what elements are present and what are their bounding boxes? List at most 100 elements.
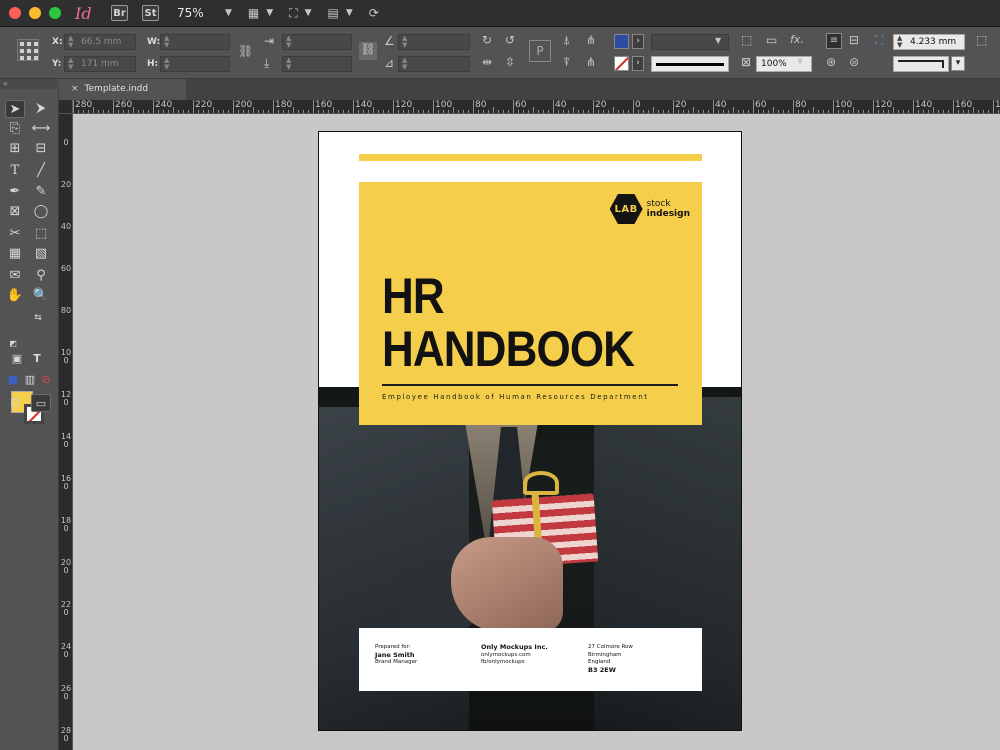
rotation-angle-field[interactable]: ▲ ▼ <box>398 34 470 50</box>
select-previous-object-icon[interactable]: ⋔ <box>586 33 596 47</box>
opacity-field[interactable]: 100% <box>756 56 812 72</box>
zoom-dropdown-icon[interactable]: ▼ <box>225 8 232 18</box>
view-options-button[interactable]: ▦ ▼ <box>248 6 273 20</box>
pasteboard[interactable]: LAB stock indesign HR HANDBOOK Employee … <box>73 114 1000 750</box>
corner-shape-dropdown-icon[interactable]: ▾ <box>951 56 965 71</box>
footer-panel[interactable]: Prepared for: Jane Smith Brand Manager O… <box>359 628 702 691</box>
x-position-field[interactable]: ▲ ▼ 66.5 mm <box>64 34 136 50</box>
scissors-tool-icon[interactable]: ✂ <box>5 225 25 243</box>
x-stepper-icon[interactable]: ▲ ▼ <box>68 35 73 49</box>
scale-x-field[interactable]: ▲ ▼ <box>282 34 352 50</box>
rotate-counterclockwise-icon[interactable]: ↺ <box>505 33 515 47</box>
reference-point-grid[interactable] <box>17 39 39 61</box>
h-ruler-mark <box>143 110 144 113</box>
publish-online-button[interactable]: ⟳ <box>369 6 379 20</box>
h-ruler-mark <box>973 107 974 113</box>
top-accent-bar[interactable] <box>359 154 702 161</box>
page-tool-icon[interactable]: ⎘ <box>5 120 25 138</box>
corner-size-field[interactable]: ▲ ▼ 4.233 mm <box>893 34 965 50</box>
stroke-swatch[interactable] <box>614 56 629 71</box>
maximize-window-button[interactable] <box>49 7 61 19</box>
text-wrap-bounding-icon[interactable]: ⊟ <box>849 33 859 47</box>
flip-vertical-icon[interactable]: ⇳ <box>505 55 515 69</box>
close-window-button[interactable] <box>9 7 21 19</box>
zoom-tool-icon[interactable]: 🔍 <box>31 287 51 305</box>
stroke-dropdown-icon[interactable]: › <box>632 56 644 71</box>
direct-selection-tool-icon[interactable]: ⮞ <box>31 100 51 118</box>
free-transform-tool-icon[interactable]: ⬚ <box>31 225 51 243</box>
ruler-origin[interactable] <box>59 100 73 114</box>
swap-fill-stroke-icon[interactable]: ⇆ <box>32 309 44 327</box>
note-tool-icon[interactable]: ✉ <box>5 267 25 285</box>
panel-collapse-icon[interactable]: « <box>0 79 59 89</box>
pencil-tool-icon[interactable]: ✎ <box>31 183 51 201</box>
shear-stepper-icon[interactable]: ▲ ▼ <box>402 57 407 71</box>
select-container-icon[interactable]: ⍋ <box>563 33 570 47</box>
drop-shadow-icon[interactable]: ▭ <box>766 33 777 47</box>
line-tool-icon[interactable]: ╱ <box>31 162 51 180</box>
w-stepper-icon[interactable]: ▲ ▼ <box>164 35 169 49</box>
stock-button[interactable]: St <box>142 5 159 21</box>
select-content-icon[interactable]: ⍒ <box>563 55 570 69</box>
document-title[interactable]: HR HANDBOOK <box>382 270 635 376</box>
gradient-swatch-tool-icon[interactable]: ▦ <box>5 245 25 263</box>
rotation-stepper-icon[interactable]: ▲ ▼ <box>402 35 407 49</box>
shear-angle-field[interactable]: ▲ ▼ <box>398 56 470 72</box>
formatting-container-icon[interactable]: ▣ <box>7 350 27 368</box>
eyedropper-tool-icon[interactable]: ⚲ <box>31 267 51 285</box>
rotate-clockwise-icon[interactable]: ↻ <box>482 33 492 47</box>
arrange-documents-button[interactable]: ▤ ▼ <box>328 6 353 20</box>
text-wrap-jump-icon[interactable]: ⊜ <box>849 55 859 69</box>
fill-dropdown-icon[interactable]: › <box>632 34 644 49</box>
effects-icon[interactable]: fx. <box>790 33 804 47</box>
content-placer-icon[interactable]: ⊟ <box>31 140 51 158</box>
width-field[interactable]: ▲ ▼ <box>160 34 230 50</box>
corner-shape-field[interactable] <box>893 56 949 72</box>
ellipse-tool-icon[interactable]: ◯ <box>31 203 51 221</box>
flip-horizontal-icon[interactable]: ⇹ <box>482 55 492 69</box>
bridge-button[interactable]: Br <box>111 5 128 21</box>
horizontal-ruler[interactable]: 280 260 240 220 200 180 160 140 120 100 80 60 40 20 0 2… <box>73 100 1000 114</box>
document-page[interactable]: LAB stock indesign HR HANDBOOK Employee … <box>318 131 742 731</box>
apply-none-icon[interactable]: ⊘ <box>36 371 56 389</box>
tab-template-indd[interactable]: × Template.indd <box>59 79 186 100</box>
gradient-feather-tool-icon[interactable]: ▧ <box>31 245 51 263</box>
screen-mode-button[interactable]: ⛶ ▼ <box>289 6 311 21</box>
chevron-down-icon[interactable]: ▼ <box>797 55 803 69</box>
corner-options-icon[interactable]: ⛶ <box>875 33 883 47</box>
chevron-down-icon[interactable]: ▼ <box>715 34 721 48</box>
rectangle-frame-tool-icon[interactable]: ⊠ <box>5 203 25 221</box>
stroke-type-field[interactable] <box>651 56 729 72</box>
formatting-text-icon[interactable]: T <box>27 350 47 368</box>
text-wrap-none-icon[interactable]: ≡ <box>826 33 842 49</box>
pen-tool-icon[interactable]: ✒ <box>5 183 25 201</box>
frame-fitting-icon[interactable]: ⬚ <box>741 33 752 47</box>
scale-y-stepper-icon[interactable]: ▲ ▼ <box>286 57 291 71</box>
fit-frame-icon[interactable]: ⬚ <box>976 33 987 47</box>
vertical-ruler[interactable]: 0 20 40 60 80 100 120 140 160 180 200 220 240 260 280 <box>59 114 73 750</box>
content-collector-icon[interactable]: ⊞ <box>5 140 25 158</box>
gap-tool-icon[interactable]: ⟷ <box>31 120 51 138</box>
screen-mode-icon[interactable]: ▭ <box>31 394 51 412</box>
selection-tool-icon[interactable]: ➤ <box>5 100 25 118</box>
minimize-window-button[interactable] <box>29 7 41 19</box>
normal-view-mode-icon[interactable]: ⊡ <box>5 394 25 412</box>
height-field[interactable]: ▲ ▼ <box>160 56 230 72</box>
link-icon[interactable]: ⛓ <box>359 42 377 60</box>
scale-x-stepper-icon[interactable]: ▲ ▼ <box>286 35 291 49</box>
select-next-object-icon[interactable]: ⋔ <box>586 55 596 69</box>
close-tab-icon[interactable]: × <box>71 84 79 94</box>
text-wrap-shape-icon[interactable]: ⊛ <box>826 55 836 69</box>
y-position-field[interactable]: ▲ ▼ 171 mm <box>64 56 136 72</box>
zoom-level[interactable]: 75% <box>177 6 221 20</box>
document-subtitle[interactable]: Employee Handbook of Human Resources Dep… <box>382 393 682 401</box>
fill-swatch[interactable] <box>614 34 629 49</box>
title-panel[interactable]: LAB stock indesign HR HANDBOOK Employee … <box>359 182 702 425</box>
y-stepper-icon[interactable]: ▲ ▼ <box>68 57 73 71</box>
type-tool-icon[interactable]: T <box>5 162 25 180</box>
hand-tool-icon[interactable]: ✋ <box>5 287 25 305</box>
h-stepper-icon[interactable]: ▲ ▼ <box>164 57 169 71</box>
constrain-proportions-icon[interactable]: ⛓ <box>238 44 253 58</box>
scale-y-field[interactable]: ▲ ▼ <box>282 56 352 72</box>
corner-stepper-icon[interactable]: ▲ ▼ <box>897 35 902 49</box>
